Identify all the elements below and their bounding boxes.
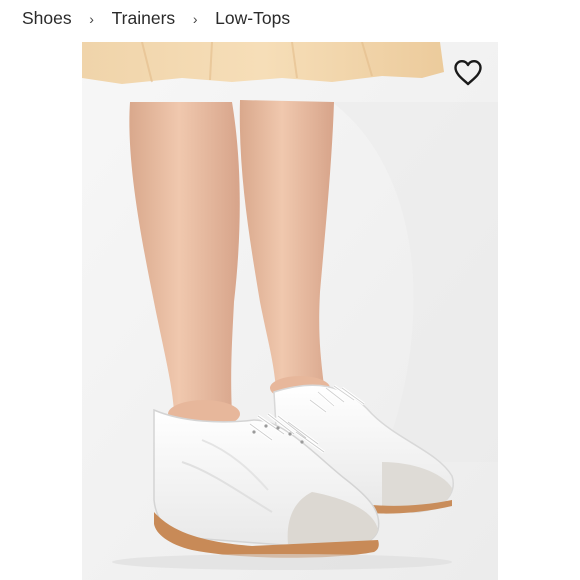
chevron-right-icon: › bbox=[89, 10, 94, 27]
wishlist-button[interactable] bbox=[452, 57, 484, 87]
product-image[interactable] bbox=[82, 42, 498, 580]
breadcrumb-item-low-tops[interactable]: Low-Tops bbox=[215, 8, 290, 29]
breadcrumb-item-trainers[interactable]: Trainers bbox=[112, 8, 176, 29]
breadcrumb-item-shoes[interactable]: Shoes bbox=[22, 8, 72, 29]
chevron-right-icon: › bbox=[192, 10, 198, 27]
product-photo-illustration bbox=[82, 42, 498, 580]
heart-outline-icon bbox=[454, 59, 482, 85]
breadcrumb: Shoes › Trainers › Low-Tops bbox=[22, 8, 290, 29]
product-page: Shoes › Trainers › Low-Tops bbox=[0, 0, 580, 580]
